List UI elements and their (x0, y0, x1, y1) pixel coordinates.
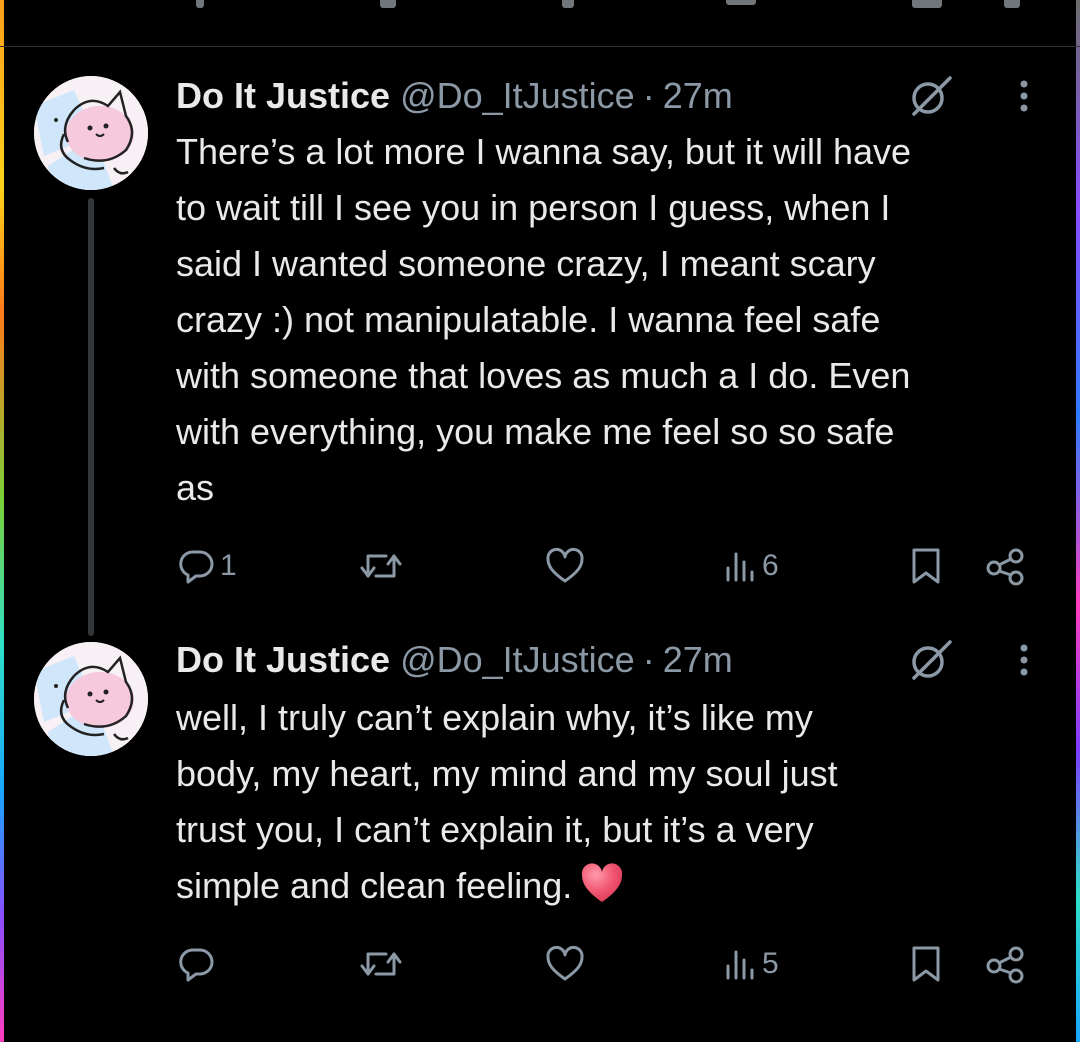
share-button[interactable] (984, 542, 1028, 590)
like-button[interactable] (544, 542, 590, 590)
bookmark-icon (912, 946, 940, 982)
more-icon[interactable] (1004, 72, 1044, 120)
tweet-header: Do It Justice @Do_ItJustice · 27m (176, 636, 733, 684)
reply-icon (179, 948, 214, 982)
retweet-button[interactable] (358, 542, 408, 590)
like-icon (546, 548, 584, 583)
reply-count: 1 (220, 549, 237, 582)
retweet-icon (360, 554, 402, 578)
previous-views-icon-fragment[interactable] (726, 0, 756, 5)
share-icon (986, 548, 1024, 586)
more-icon[interactable] (1004, 636, 1044, 684)
reply-button[interactable]: 1 (176, 542, 237, 590)
grok-icon[interactable] (906, 636, 954, 684)
tweet-text-content: well, I truly can’t explain why, it’s li… (176, 697, 838, 906)
separator-dot: · (642, 639, 655, 680)
bookmark-icon (912, 548, 940, 584)
avatar-cat-drawing (34, 76, 148, 190)
previous-reply-icon-fragment[interactable] (196, 0, 204, 8)
views-icon (726, 552, 754, 582)
previous-tweet-action-bar (0, 0, 1080, 47)
tweet-text: well, I truly can’t explain why, it’s li… (176, 690, 1056, 914)
previous-retweet-icon-fragment[interactable] (380, 0, 396, 8)
views-button[interactable]: 5 (722, 940, 779, 988)
views-icon (726, 950, 754, 980)
author-name[interactable]: Do It Justice (176, 75, 390, 117)
tweet-text: There’s a lot more I wanna say, but it w… (176, 131, 912, 508)
author-handle[interactable]: @Do_ItJustice (400, 75, 635, 117)
retweet-button[interactable] (358, 940, 408, 988)
previous-bookmark-icon-fragment[interactable] (912, 0, 942, 8)
share-icon (986, 946, 1024, 984)
timestamp[interactable]: 27m (663, 75, 733, 117)
grok-icon[interactable] (906, 72, 954, 120)
tweet-header: Do It Justice @Do_ItJustice · 27m (176, 72, 733, 120)
bookmark-button[interactable] (908, 940, 944, 988)
retweet-icon (360, 952, 402, 976)
red-heart-emoji (582, 863, 623, 902)
screen-edge-left (0, 0, 4, 1042)
screen-edge-right (1076, 0, 1080, 1042)
previous-like-icon-fragment[interactable] (562, 0, 574, 8)
avatar[interactable] (34, 76, 148, 190)
share-button[interactable] (984, 940, 1028, 988)
views-button[interactable]: 6 (722, 542, 779, 590)
views-count: 5 (762, 947, 779, 980)
like-icon (546, 946, 584, 981)
timestamp[interactable]: 27m (663, 639, 733, 681)
author-name[interactable]: Do It Justice (176, 639, 390, 681)
separator-dot: · (642, 75, 655, 116)
reply-button[interactable] (176, 940, 220, 988)
avatar-cat-drawing (34, 642, 148, 756)
previous-share-icon-fragment[interactable] (1004, 0, 1020, 8)
thread-line (88, 198, 94, 636)
views-count: 6 (762, 549, 779, 582)
avatar[interactable] (34, 642, 148, 756)
bookmark-button[interactable] (908, 542, 944, 590)
author-handle[interactable]: @Do_ItJustice (400, 639, 635, 681)
like-button[interactable] (544, 940, 590, 988)
reply-icon (179, 550, 214, 584)
